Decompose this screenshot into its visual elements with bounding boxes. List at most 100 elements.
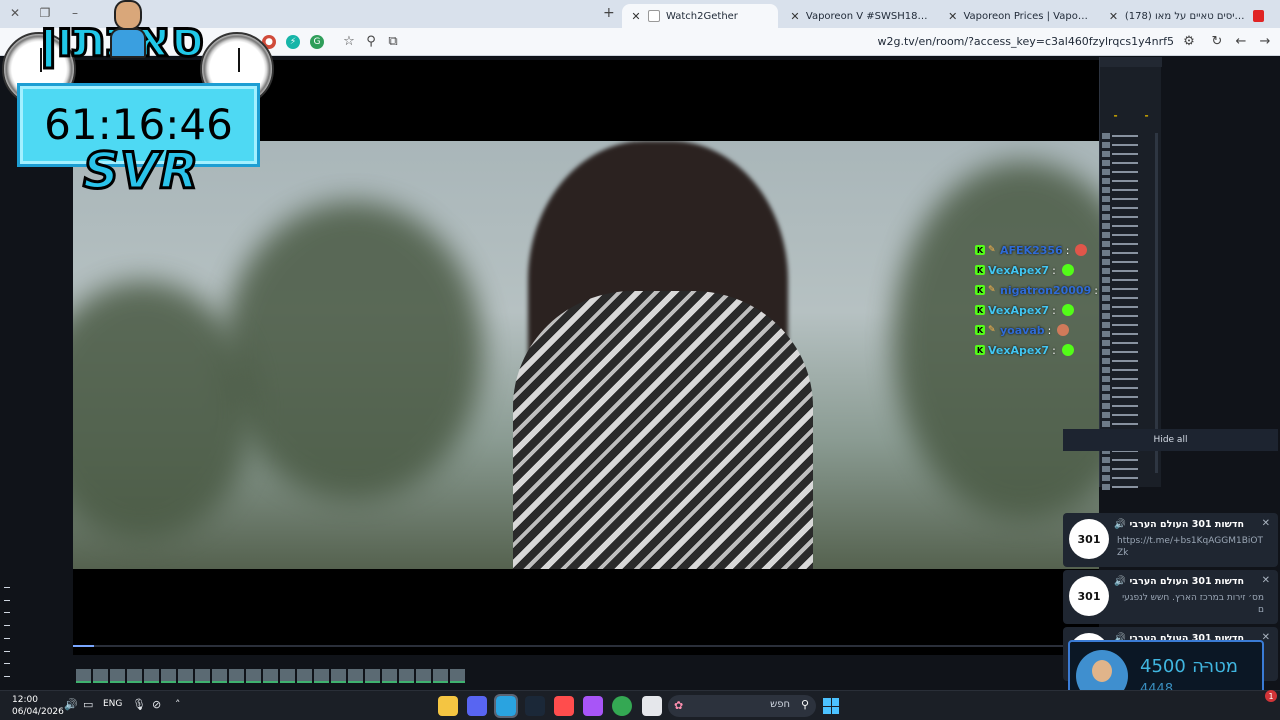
tab-close-icon[interactable]: ✕ [948, 10, 957, 23]
chrome-icon[interactable] [612, 696, 632, 716]
sidebar-playlist-item[interactable] [1102, 304, 1152, 310]
sidebar-playlist-item[interactable] [1102, 250, 1152, 256]
volume-icon[interactable]: 🔊 [64, 698, 78, 711]
forward-icon[interactable]: → [1257, 34, 1273, 49]
wifi-off-icon[interactable]: ⊘ [152, 698, 161, 711]
playlist-thumbnail-strip[interactable] [76, 669, 465, 683]
playlist-thumbnail[interactable] [399, 669, 414, 683]
tab-close-icon[interactable]: ✕ [790, 10, 800, 23]
sidebar-tabs[interactable]: ▬ ▬ [1100, 113, 1162, 119]
playlist-thumbnail[interactable] [76, 669, 91, 683]
video-player[interactable] [73, 141, 1099, 569]
sidebar-playlist-item[interactable] [1102, 295, 1152, 301]
sidebar-playlist-item[interactable] [1102, 160, 1152, 166]
playlist-thumbnail[interactable] [93, 669, 108, 683]
sidebar-playlist-item[interactable] [1102, 142, 1152, 148]
sidebar-playlist-item[interactable] [1102, 403, 1152, 409]
playlist-thumbnail[interactable] [161, 669, 176, 683]
playlist-thumbnail[interactable] [382, 669, 397, 683]
sidebar-playlist-item[interactable] [1102, 367, 1152, 373]
steam-icon[interactable] [525, 696, 545, 716]
sidebar-playlist-item[interactable] [1102, 241, 1152, 247]
tab-vaporeon-prices[interactable]: ✕ Vaporeon Prices | Vaporeon List [940, 4, 1096, 28]
playlist-thumbnail[interactable] [348, 669, 363, 683]
playlist-thumbnail[interactable] [212, 669, 227, 683]
close-window-icon[interactable]: ✕ [8, 6, 22, 20]
sidebar-playlist-item[interactable] [1102, 313, 1152, 319]
telegram-icon[interactable] [494, 694, 518, 718]
playlist-thumbnail[interactable] [110, 669, 125, 683]
sidebar-playlist-item[interactable] [1102, 322, 1152, 328]
playlist-thumbnail[interactable] [297, 669, 312, 683]
zoom-icon[interactable]: ⚲ [363, 34, 379, 49]
sidebar-playlist-item[interactable] [1102, 421, 1152, 427]
playlist-thumbnail[interactable] [178, 669, 193, 683]
sidebar-playlist-item[interactable] [1102, 340, 1152, 346]
sidebar-playlist-item[interactable] [1102, 187, 1152, 193]
sidebar-playlist-item[interactable] [1102, 331, 1152, 337]
sidebar-playlist-item[interactable] [1102, 385, 1152, 391]
playlist-thumbnail[interactable] [229, 669, 244, 683]
install-app-icon[interactable]: ⧉ [385, 34, 401, 49]
sidebar-playlist-item[interactable] [1102, 475, 1152, 481]
sidebar-playlist-item[interactable] [1102, 358, 1152, 364]
playlist-thumbnail[interactable] [263, 669, 278, 683]
tab-youtube[interactable]: ✕ (178) איתן גיסים טאיים על מאו [1100, 4, 1272, 28]
tab-watch2gether[interactable]: ✕ Watch2Gether [622, 4, 778, 28]
notepad-icon[interactable] [642, 696, 662, 716]
video-progress-bar[interactable] [73, 645, 1099, 647]
sidebar-playlist-item[interactable] [1102, 394, 1152, 400]
sidebar-playlist-item[interactable] [1102, 412, 1152, 418]
back-icon[interactable]: ← [1233, 34, 1249, 49]
playlist-thumbnail[interactable] [246, 669, 261, 683]
playlist-thumbnail[interactable] [127, 669, 142, 683]
grammarly-icon[interactable]: G [310, 35, 324, 49]
tab-close-icon[interactable]: ✕ [1108, 10, 1119, 23]
discord-icon[interactable] [467, 696, 487, 716]
sidebar-playlist-item[interactable] [1102, 178, 1152, 184]
sidebar-playlist-item[interactable] [1102, 349, 1152, 355]
notification-close-icon[interactable]: ✕ [1262, 575, 1270, 586]
playlist-thumbnail[interactable] [331, 669, 346, 683]
sidebar-playlist-item[interactable] [1102, 484, 1152, 490]
sidebar-playlist-item[interactable] [1102, 259, 1152, 265]
notification-close-icon[interactable]: ✕ [1262, 518, 1270, 529]
playlist-thumbnail[interactable] [195, 669, 210, 683]
tab-close-icon[interactable]: ✕ [630, 10, 642, 23]
sidebar-playlist-item[interactable] [1102, 466, 1152, 472]
playlist-thumbnail[interactable] [416, 669, 431, 683]
sidebar-playlist-item[interactable] [1102, 151, 1152, 157]
microphone-icon[interactable]: 🎙 [132, 698, 146, 711]
sidebar-playlist-item[interactable] [1102, 133, 1152, 139]
language-indicator[interactable]: ENG [103, 699, 122, 709]
sidebar-playlist-item[interactable] [1102, 286, 1152, 292]
sidebar-playlist-item[interactable] [1102, 196, 1152, 202]
playlist-thumbnail[interactable] [280, 669, 295, 683]
url-field[interactable]: w2g.tv/en/room/?access_key=c3al460fzylrq… [877, 35, 1174, 48]
sidebar-playlist-item[interactable] [1102, 169, 1152, 175]
app-icon[interactable] [554, 696, 574, 716]
notification-count-badge[interactable]: 1 [1265, 690, 1277, 702]
site-settings-icon[interactable]: ⚙ [1181, 34, 1197, 49]
playlist-thumbnail[interactable] [433, 669, 448, 683]
playlist-thumbnail[interactable] [144, 669, 159, 683]
playlist-thumbnail[interactable] [314, 669, 329, 683]
sidebar-playlist-item[interactable] [1102, 214, 1152, 220]
sidebar-playlist-item[interactable] [1102, 376, 1152, 382]
taskbar-clock[interactable]: 12:00 06/04/2026 [12, 694, 64, 718]
hide-all-button[interactable]: Hide all [1063, 429, 1278, 451]
sidebar-playlist-item[interactable] [1102, 205, 1152, 211]
chevron-up-icon[interactable]: ˄ [175, 698, 181, 711]
notification-card[interactable]: 301 חדשות 301 העולם הערבי 🔊 מס׳ זירות במרכ… [1063, 570, 1278, 624]
file-explorer-icon[interactable] [438, 696, 458, 716]
playlist-thumbnail[interactable] [450, 669, 465, 683]
sidebar-playlist-item[interactable] [1102, 457, 1152, 463]
reload-icon[interactable]: ↻ [1209, 34, 1225, 49]
network-icon[interactable]: ▭ [83, 698, 93, 711]
sidebar-scrollbar[interactable] [1155, 133, 1158, 473]
sidebar-playlist-item[interactable] [1102, 223, 1152, 229]
new-tab-button[interactable]: + [603, 5, 615, 21]
windows-start-icon[interactable] [823, 698, 839, 714]
app-icon[interactable] [583, 696, 603, 716]
sidebar-playlist-item[interactable] [1102, 277, 1152, 283]
